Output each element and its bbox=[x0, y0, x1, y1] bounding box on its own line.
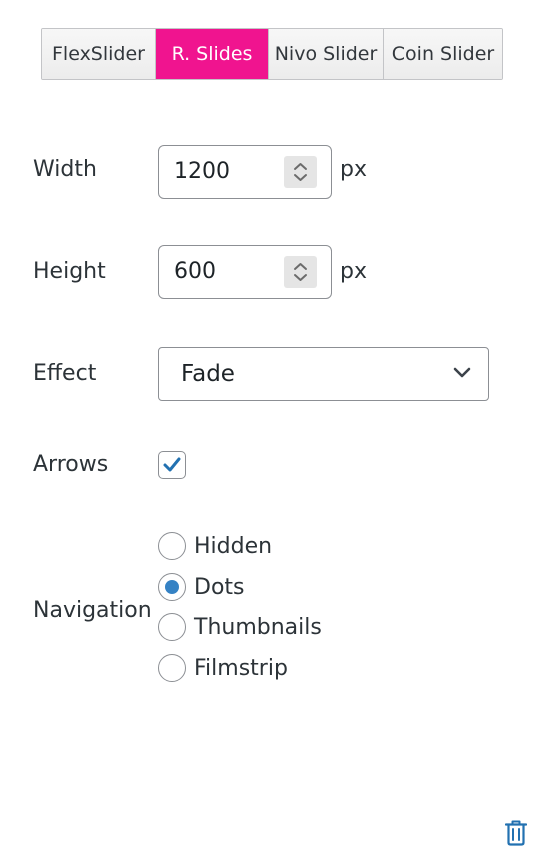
effect-label: Effect bbox=[33, 361, 97, 386]
height-label: Height bbox=[33, 259, 106, 284]
up-down-arrows-icon bbox=[294, 263, 307, 281]
radio-filmstrip[interactable] bbox=[158, 654, 186, 682]
arrows-checkbox[interactable] bbox=[158, 451, 186, 479]
effect-select[interactable]: Fade bbox=[158, 347, 489, 401]
height-unit: px bbox=[340, 259, 367, 284]
height-input[interactable]: 600 bbox=[158, 245, 332, 299]
width-unit: px bbox=[340, 157, 367, 182]
height-value: 600 bbox=[174, 259, 216, 284]
radio-label-hidden: Hidden bbox=[194, 533, 273, 559]
up-down-arrows-icon bbox=[294, 163, 307, 181]
tab-nivo-slider[interactable]: Nivo Slider bbox=[269, 29, 384, 79]
checkmark-icon bbox=[163, 457, 181, 472]
chevron-down-icon bbox=[453, 367, 471, 378]
radio-label-filmstrip: Filmstrip bbox=[194, 655, 288, 681]
radio-label-dots: Dots bbox=[194, 574, 245, 600]
navigation-option-dots[interactable]: Dots bbox=[158, 572, 245, 602]
width-value: 1200 bbox=[174, 159, 230, 184]
height-spinner[interactable] bbox=[284, 256, 317, 288]
radio-label-thumbnails: Thumbnails bbox=[194, 614, 322, 640]
arrows-label: Arrows bbox=[33, 452, 109, 477]
tab-flexslider[interactable]: FlexSlider bbox=[42, 29, 156, 79]
navigation-option-filmstrip[interactable]: Filmstrip bbox=[158, 653, 288, 683]
slider-type-tabs: FlexSlider R. Slides Nivo Slider Coin Sl… bbox=[41, 28, 503, 80]
radio-thumbnails[interactable] bbox=[158, 613, 186, 641]
width-input[interactable]: 1200 bbox=[158, 145, 332, 199]
navigation-option-hidden[interactable]: Hidden bbox=[158, 531, 272, 561]
navigation-label: Navigation bbox=[33, 598, 152, 623]
radio-dots[interactable] bbox=[158, 573, 186, 601]
delete-button[interactable] bbox=[504, 820, 528, 846]
navigation-option-thumbnails[interactable]: Thumbnails bbox=[158, 612, 322, 642]
tab-r-slides[interactable]: R. Slides bbox=[156, 29, 269, 79]
radio-hidden[interactable] bbox=[158, 532, 186, 560]
width-spinner[interactable] bbox=[284, 156, 317, 188]
width-label: Width bbox=[33, 157, 97, 182]
trash-icon bbox=[504, 820, 528, 846]
tab-coin-slider[interactable]: Coin Slider bbox=[384, 29, 502, 79]
effect-selected-value: Fade bbox=[181, 361, 235, 387]
